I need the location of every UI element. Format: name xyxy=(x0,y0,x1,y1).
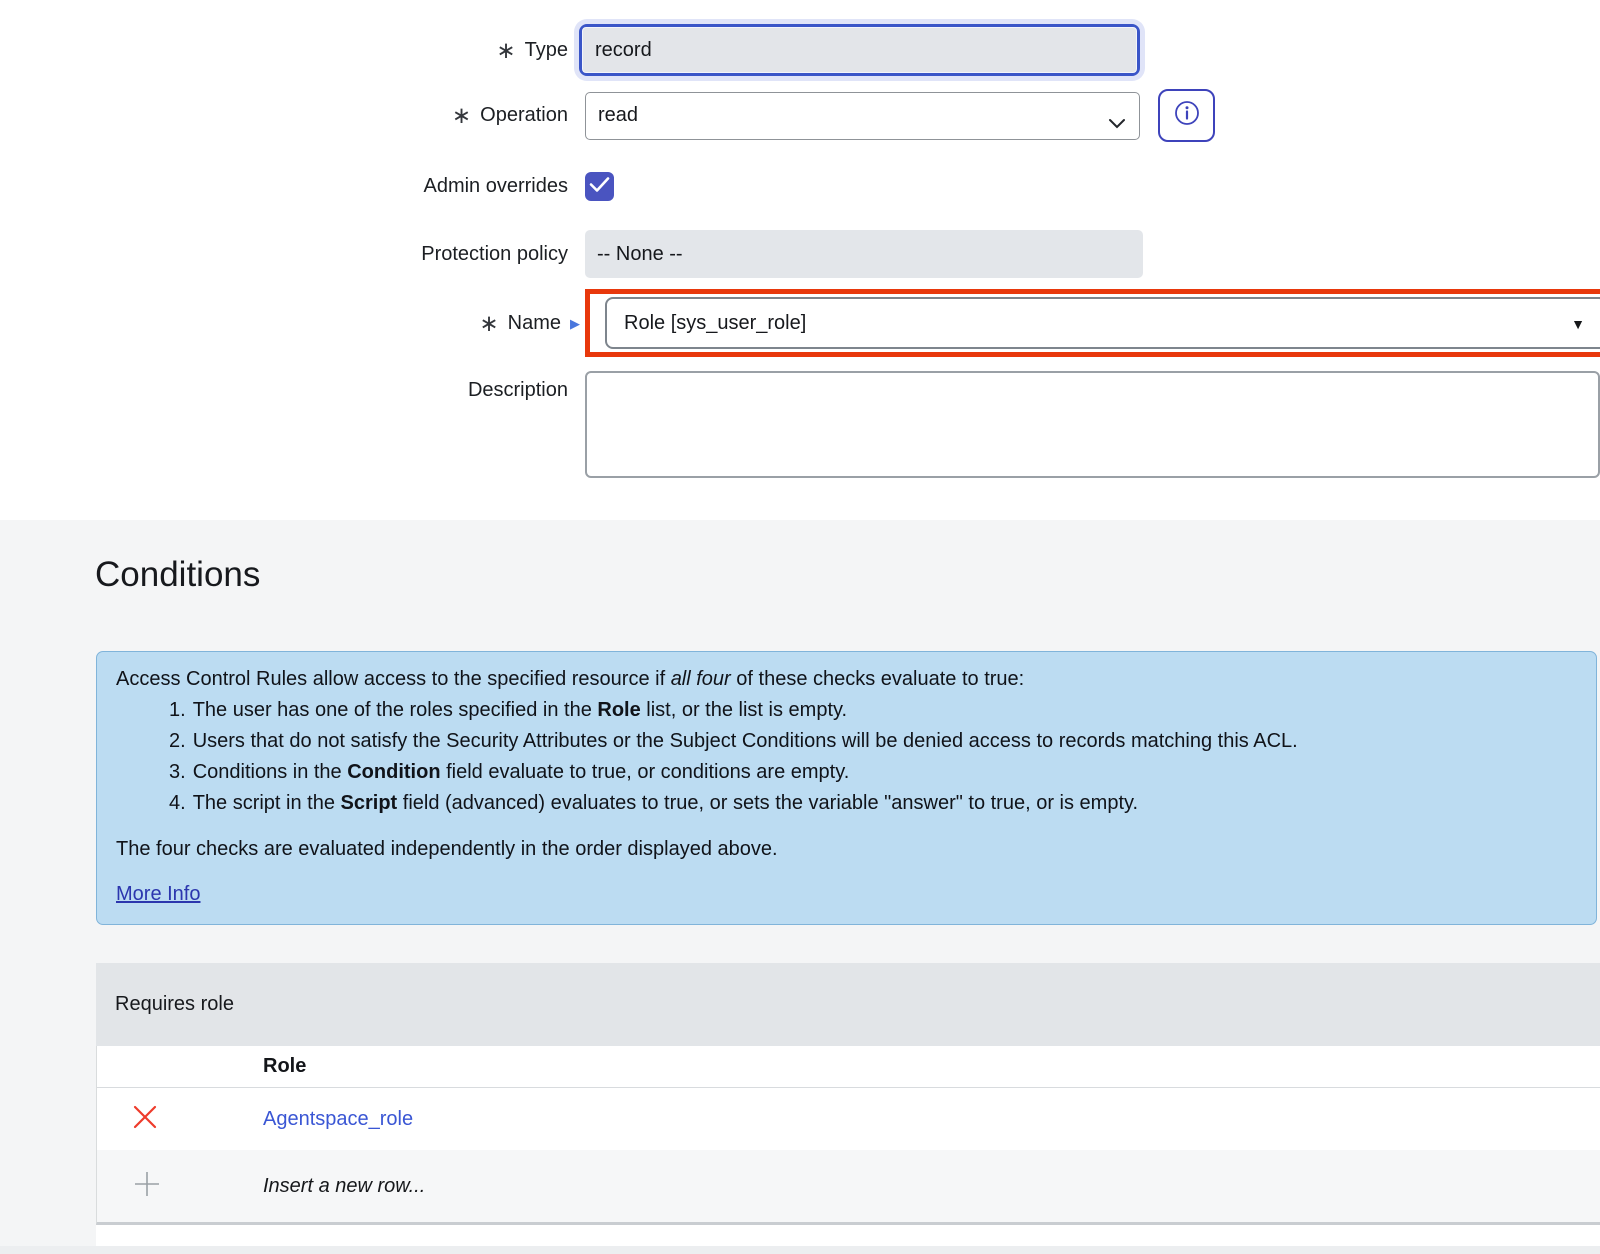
requires-role-table: Role Agentspace_role xyxy=(96,1046,1600,1225)
red-annotation-box: Role [sys_user_role] ▼ xyxy=(585,289,1600,357)
name-select[interactable]: Role [sys_user_role] ▼ xyxy=(605,297,1600,349)
acl-rule-3: 3.Conditions in the Condition field eval… xyxy=(169,757,1572,788)
name-label-text: Name xyxy=(508,312,561,335)
role-column-header: Role xyxy=(263,1055,1600,1078)
check-icon xyxy=(589,176,610,198)
reference-caret-icon: ▶ xyxy=(570,317,580,330)
admin-overrides-label: Admin overrides xyxy=(0,175,585,198)
info-footer: The four checks are evaluated independen… xyxy=(116,834,1572,865)
plus-icon xyxy=(132,1169,162,1204)
role-link[interactable]: Agentspace_role xyxy=(263,1108,413,1130)
operation-label-text: Operation xyxy=(480,104,568,127)
insert-new-row[interactable]: Insert a new row... xyxy=(97,1150,1600,1222)
name-label: ∗ Name ▶ xyxy=(0,312,585,335)
table-row: Agentspace_role xyxy=(97,1088,1600,1150)
conditions-section: Conditions Access Control Rules allow ac… xyxy=(0,520,1600,1254)
admin-overrides-label-text: Admin overrides xyxy=(423,175,568,198)
type-label: ∗ Type xyxy=(0,39,585,62)
type-label-text: Type xyxy=(525,39,568,62)
acl-rule-4: 4.The script in the Script field (advanc… xyxy=(169,788,1572,819)
description-label-text: Description xyxy=(468,379,568,402)
required-asterisk-icon: ∗ xyxy=(496,39,515,62)
insert-row-label: Insert a new row... xyxy=(263,1175,425,1197)
protection-policy-label-text: Protection policy xyxy=(421,243,568,266)
operation-info-button[interactable] xyxy=(1158,89,1215,142)
form-row-description: Description xyxy=(0,371,1600,478)
form-row-name: ∗ Name ▶ Role [sys_user_role] ▼ xyxy=(0,289,1600,357)
form-row-protection-policy: Protection policy -- None -- xyxy=(0,230,1600,278)
info-intro-emphasis: all four xyxy=(671,668,731,690)
form-row-admin-overrides: Admin overrides xyxy=(0,172,1600,201)
delete-row-icon[interactable] xyxy=(132,1104,158,1135)
description-textarea[interactable] xyxy=(585,371,1600,478)
operation-select[interactable]: read xyxy=(585,92,1140,140)
required-asterisk-icon: ∗ xyxy=(479,312,498,335)
operation-label: ∗ Operation xyxy=(0,104,585,127)
conditions-heading: Conditions xyxy=(95,551,1600,599)
content-spacer xyxy=(96,1225,1600,1246)
acl-rule-2: 2.Users that do not satisfy the Security… xyxy=(169,726,1572,757)
bottom-strip xyxy=(0,1246,1600,1254)
chevron-down-icon xyxy=(1108,112,1126,135)
info-intro: Access Control Rules allow access to the… xyxy=(116,664,1572,695)
form-row-type: ∗ Type record xyxy=(0,24,1600,76)
required-asterisk-icon: ∗ xyxy=(452,104,471,127)
acl-rule-list: 1.The user has one of the roles specifie… xyxy=(116,695,1572,819)
requires-role-header: Requires role xyxy=(96,963,1600,1046)
type-field[interactable]: record xyxy=(582,27,1137,73)
description-label: Description xyxy=(0,371,585,402)
table-header-row: Role xyxy=(97,1046,1600,1088)
acl-form: ∗ Type record ∗ Operation read xyxy=(0,0,1600,478)
form-row-operation: ∗ Operation read xyxy=(0,89,1600,142)
protection-policy-label: Protection policy xyxy=(0,243,585,266)
info-icon xyxy=(1173,99,1201,132)
operation-selected-value: read xyxy=(598,104,638,127)
requires-role-title: Requires role xyxy=(115,993,234,1016)
dropdown-arrow-icon: ▼ xyxy=(1571,316,1585,332)
more-info-link[interactable]: More Info xyxy=(116,879,200,910)
acl-rule-1: 1.The user has one of the roles specifie… xyxy=(169,695,1572,726)
admin-overrides-checkbox[interactable] xyxy=(585,172,614,201)
acl-info-box: Access Control Rules allow access to the… xyxy=(96,651,1597,925)
type-field-focus-ring: record xyxy=(579,24,1140,76)
name-selected-value: Role [sys_user_role] xyxy=(624,312,806,335)
protection-policy-field: -- None -- xyxy=(585,230,1143,278)
